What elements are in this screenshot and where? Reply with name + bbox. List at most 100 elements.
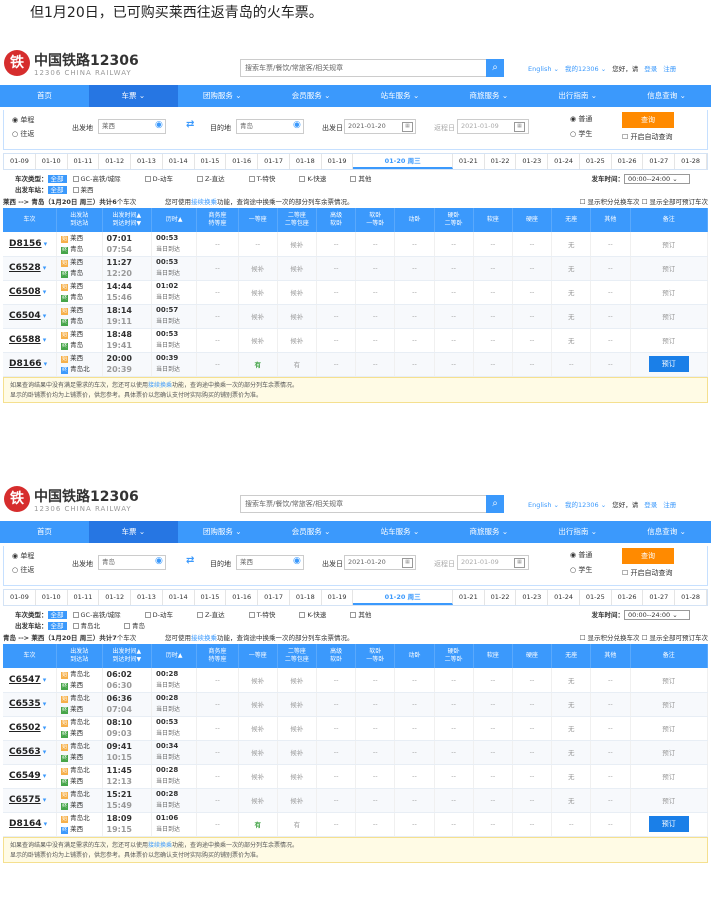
second-class-seat[interactable]: 候补 — [277, 692, 318, 717]
date-tab[interactable]: 01-19 — [322, 590, 354, 605]
my12306-link[interactable]: 我的12306 ⌄ — [565, 65, 606, 73]
date-tab[interactable]: 01-22 — [485, 590, 517, 605]
date-tab[interactable]: 01-09 — [4, 154, 36, 169]
query-button[interactable]: 查询 — [622, 112, 674, 128]
date-tab[interactable]: 01-16 — [226, 154, 259, 169]
station-checkbox[interactable]: 莱西 — [72, 186, 94, 194]
date-tab[interactable]: 01-11 — [68, 154, 100, 169]
first-class-seat[interactable]: 候补 — [238, 668, 278, 693]
nav-item[interactable]: 信息查询 ⌄ — [622, 85, 711, 107]
first-class-seat[interactable]: 有 — [238, 812, 278, 837]
calendar-icon[interactable]: ▦ — [402, 122, 413, 132]
nav-item[interactable]: 车票 ⌄ — [88, 521, 178, 543]
site-search-input[interactable]: 搜索车票/餐饮/常旅客/相关规章 — [240, 59, 488, 77]
date-tab[interactable]: 01-15 — [195, 590, 227, 605]
nav-item[interactable]: 站车服务 ⌄ — [356, 521, 445, 543]
second-class-seat[interactable]: 候补 — [277, 788, 318, 813]
date-tab[interactable]: 01-17 — [258, 154, 290, 169]
dropdown-icon[interactable]: ▾ — [43, 336, 47, 344]
first-class-seat[interactable]: 候补 — [238, 328, 278, 353]
type-checkbox[interactable]: Z-直达 — [196, 175, 225, 183]
train-number-link[interactable]: C6575 — [9, 795, 41, 805]
station-checkbox[interactable]: 青岛北 — [72, 622, 100, 630]
note-transfer-link[interactable]: 接续换乘 — [148, 382, 172, 389]
dropdown-icon[interactable]: ▾ — [43, 796, 47, 804]
dropdown-icon[interactable]: ▾ — [43, 724, 47, 732]
nav-item[interactable]: 商旅服务 ⌄ — [444, 521, 533, 543]
all-stations-tag[interactable]: 全部 — [47, 186, 67, 194]
column-header[interactable]: 历时▲ — [151, 208, 198, 232]
swap-icon[interactable]: ⇄ — [186, 555, 194, 566]
nav-item[interactable]: 会员服务 ⌄ — [267, 85, 356, 107]
date-tab[interactable]: 01-28 — [675, 590, 707, 605]
date-tab[interactable]: 01-12 — [99, 154, 132, 169]
date-tab[interactable]: 01-26 — [612, 154, 644, 169]
railway-logo-icon[interactable]: 铁 — [4, 50, 30, 76]
train-number-link[interactable]: D8166 — [9, 359, 42, 369]
train-number-link[interactable]: C6502 — [9, 723, 41, 733]
book-button[interactable]: 预订 — [648, 356, 689, 372]
date-tab[interactable]: 01-27 — [643, 590, 676, 605]
calendar-icon[interactable]: ▦ — [514, 558, 525, 568]
site-search-input[interactable]: 搜索车票/餐饮/常旅客/相关规章 — [240, 495, 488, 513]
all-types-tag[interactable]: 全部 — [47, 611, 67, 619]
adult-radio[interactable]: ◉ 普通 — [570, 550, 592, 560]
nav-item[interactable]: 车票 ⌄ — [88, 85, 178, 107]
date-tab[interactable]: 01-20 周三 — [353, 154, 453, 169]
date-tab[interactable]: 01-16 — [226, 590, 259, 605]
train-number-link[interactable]: D8164 — [9, 819, 42, 829]
dropdown-icon[interactable]: ▾ — [43, 264, 47, 272]
dropdown-icon[interactable]: ▾ — [44, 240, 48, 248]
type-checkbox[interactable]: K-快速 — [299, 611, 326, 619]
second-class-seat[interactable]: 候补 — [277, 256, 318, 281]
type-checkbox[interactable]: GC-高铁/城际 — [72, 175, 121, 183]
date-tab[interactable]: 01-14 — [163, 154, 195, 169]
date-tab[interactable]: 01-22 — [485, 154, 517, 169]
nav-item[interactable]: 出行指南 ⌄ — [533, 85, 622, 107]
departure-time-select[interactable]: 00:00--24:00 ⌄ — [624, 610, 690, 620]
date-tab[interactable]: 01-10 — [36, 590, 68, 605]
register-link[interactable]: 注册 — [663, 65, 676, 73]
nav-item[interactable]: 首页 — [0, 85, 89, 107]
dropdown-icon[interactable]: ▾ — [44, 360, 48, 368]
type-checkbox[interactable]: T-特快 — [248, 175, 275, 183]
student-radio[interactable]: ○ 学生 — [570, 129, 592, 139]
nav-item[interactable]: 团购服务 ⌄ — [178, 85, 267, 107]
type-checkbox[interactable]: 其他 — [350, 611, 371, 619]
dropdown-icon[interactable]: ▾ — [43, 772, 47, 780]
calendar-icon[interactable]: ▦ — [402, 558, 413, 568]
first-class-seat[interactable]: 候补 — [238, 304, 278, 329]
type-checkbox[interactable]: T-特快 — [248, 611, 275, 619]
roundtrip-radio[interactable]: ○ 往返 — [12, 565, 34, 575]
oneway-radio[interactable]: ◉ 单程 — [12, 551, 34, 561]
nav-item[interactable]: 团购服务 ⌄ — [178, 521, 267, 543]
second-class-seat[interactable]: 候补 — [277, 668, 318, 693]
login-link[interactable]: 登录 — [644, 65, 657, 73]
type-checkbox[interactable]: 其他 — [350, 175, 371, 183]
auto-query-checkbox[interactable]: ☐ 开启自动查询 — [622, 132, 673, 142]
all-stations-tag[interactable]: 全部 — [47, 622, 67, 630]
type-checkbox[interactable]: GC-高铁/城际 — [72, 611, 121, 619]
search-icon[interactable]: ⌕ — [486, 495, 504, 513]
second-class-seat[interactable]: 候补 — [277, 304, 318, 329]
date-tab[interactable]: 01-19 — [322, 154, 354, 169]
date-tab[interactable]: 01-25 — [580, 154, 612, 169]
second-class-seat[interactable]: 候补 — [277, 280, 318, 305]
first-class-seat[interactable]: 候补 — [238, 764, 278, 789]
roundtrip-radio[interactable]: ○ 往返 — [12, 129, 34, 139]
first-class-seat[interactable]: 有 — [238, 352, 278, 377]
date-tab[interactable]: 01-27 — [643, 154, 676, 169]
date-tab[interactable]: 01-09 — [4, 590, 36, 605]
student-radio[interactable]: ○ 学生 — [570, 565, 592, 575]
first-class-seat[interactable]: -- — [238, 232, 278, 257]
transfer-link[interactable]: 接续换乘 — [191, 198, 217, 206]
date-tab[interactable]: 01-23 — [516, 590, 549, 605]
train-number-link[interactable]: C6563 — [9, 747, 41, 757]
auto-query-checkbox[interactable]: ☐ 开启自动查询 — [622, 568, 673, 578]
dropdown-icon[interactable]: ▾ — [43, 748, 47, 756]
my12306-link[interactable]: 我的12306 ⌄ — [565, 501, 606, 509]
dropdown-icon[interactable]: ▾ — [43, 700, 47, 708]
search-icon[interactable]: ⌕ — [486, 59, 504, 77]
type-checkbox[interactable]: K-快速 — [299, 175, 326, 183]
first-class-seat[interactable]: 候补 — [238, 692, 278, 717]
